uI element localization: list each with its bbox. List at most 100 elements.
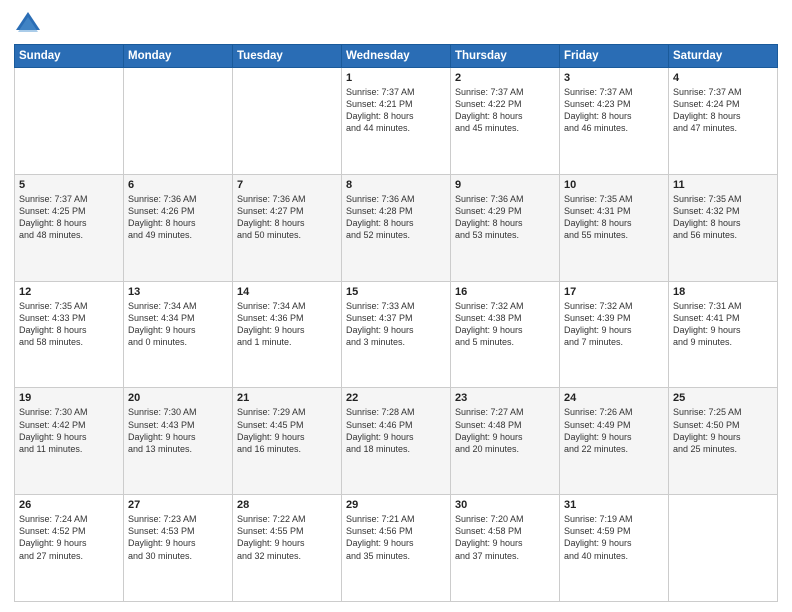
page: SundayMondayTuesdayWednesdayThursdayFrid… <box>0 0 792 612</box>
weekday-header-thursday: Thursday <box>451 45 560 68</box>
day-number: 26 <box>19 499 119 511</box>
day-number: 24 <box>564 392 664 404</box>
day-info: Sunrise: 7:22 AM Sunset: 4:55 PM Dayligh… <box>237 513 337 562</box>
day-info: Sunrise: 7:36 AM Sunset: 4:28 PM Dayligh… <box>346 193 446 242</box>
day-number: 29 <box>346 499 446 511</box>
day-info: Sunrise: 7:34 AM Sunset: 4:34 PM Dayligh… <box>128 300 228 349</box>
day-info: Sunrise: 7:37 AM Sunset: 4:23 PM Dayligh… <box>564 86 664 135</box>
day-number: 5 <box>19 179 119 191</box>
calendar-cell <box>669 495 778 602</box>
day-number: 30 <box>455 499 555 511</box>
calendar-cell: 25Sunrise: 7:25 AM Sunset: 4:50 PM Dayli… <box>669 388 778 495</box>
calendar-cell: 4 Sunrise: 7:37 AM Sunset: 4:24 PM Daylig… <box>669 68 778 175</box>
calendar-cell: 5 Sunrise: 7:37 AM Sunset: 4:25 PM Daylig… <box>15 174 124 281</box>
calendar-cell: 15 Sunrise: 7:33 AM Sunset: 4:37 PM Dayli… <box>342 281 451 388</box>
calendar-cell: 1 Sunrise: 7:37 AM Sunset: 4:21 PM Daylig… <box>342 68 451 175</box>
day-number: 17 <box>564 286 664 298</box>
calendar-cell: 7Sunrise: 7:36 AM Sunset: 4:27 PM Daylig… <box>233 174 342 281</box>
calendar-cell: 31Sunrise: 7:19 AM Sunset: 4:59 PM Dayli… <box>560 495 669 602</box>
day-info: Sunrise: 7:28 AM Sunset: 4:46 PM Dayligh… <box>346 406 446 455</box>
calendar-cell: 23 Sunrise: 7:27 AM Sunset: 4:48 PM Dayli… <box>451 388 560 495</box>
day-info: Sunrise: 7:26 AM Sunset: 4:49 PM Dayligh… <box>564 406 664 455</box>
logo <box>14 10 46 38</box>
calendar-cell: 2 Sunrise: 7:37 AM Sunset: 4:22 PM Daylig… <box>451 68 560 175</box>
day-info: Sunrise: 7:35 AM Sunset: 4:32 PM Dayligh… <box>673 193 773 242</box>
day-info: Sunrise: 7:36 AM Sunset: 4:27 PM Dayligh… <box>237 193 337 242</box>
day-info: Sunrise: 7:35 AM Sunset: 4:31 PM Dayligh… <box>564 193 664 242</box>
calendar-cell: 26Sunrise: 7:24 AM Sunset: 4:52 PM Dayli… <box>15 495 124 602</box>
day-number: 18 <box>673 286 773 298</box>
calendar-cell: 30 Sunrise: 7:20 AM Sunset: 4:58 PM Dayli… <box>451 495 560 602</box>
calendar-cell: 28 Sunrise: 7:22 AM Sunset: 4:55 PM Dayli… <box>233 495 342 602</box>
calendar-cell: 20Sunrise: 7:30 AM Sunset: 4:43 PM Dayli… <box>124 388 233 495</box>
calendar-cell: 22 Sunrise: 7:28 AM Sunset: 4:46 PM Dayli… <box>342 388 451 495</box>
calendar-cell: 18 Sunrise: 7:31 AM Sunset: 4:41 PM Dayli… <box>669 281 778 388</box>
day-number: 3 <box>564 72 664 84</box>
day-info: Sunrise: 7:19 AM Sunset: 4:59 PM Dayligh… <box>564 513 664 562</box>
week-row-2: 5 Sunrise: 7:37 AM Sunset: 4:25 PM Daylig… <box>15 174 778 281</box>
day-info: Sunrise: 7:35 AM Sunset: 4:33 PM Dayligh… <box>19 300 119 349</box>
weekday-header-saturday: Saturday <box>669 45 778 68</box>
calendar-cell: 29 Sunrise: 7:21 AM Sunset: 4:56 PM Dayli… <box>342 495 451 602</box>
day-number: 22 <box>346 392 446 404</box>
day-number: 13 <box>128 286 228 298</box>
day-info: Sunrise: 7:31 AM Sunset: 4:41 PM Dayligh… <box>673 300 773 349</box>
day-info: Sunrise: 7:36 AM Sunset: 4:26 PM Dayligh… <box>128 193 228 242</box>
day-info: Sunrise: 7:37 AM Sunset: 4:22 PM Dayligh… <box>455 86 555 135</box>
day-info: Sunrise: 7:27 AM Sunset: 4:48 PM Dayligh… <box>455 406 555 455</box>
day-number: 28 <box>237 499 337 511</box>
day-info: Sunrise: 7:37 AM Sunset: 4:21 PM Dayligh… <box>346 86 446 135</box>
calendar-cell: 19 Sunrise: 7:30 AM Sunset: 4:42 PM Dayli… <box>15 388 124 495</box>
day-info: Sunrise: 7:25 AM Sunset: 4:50 PM Dayligh… <box>673 406 773 455</box>
day-number: 21 <box>237 392 337 404</box>
day-number: 12 <box>19 286 119 298</box>
day-number: 4 <box>673 72 773 84</box>
logo-icon <box>14 10 42 38</box>
weekday-header-friday: Friday <box>560 45 669 68</box>
calendar-cell <box>124 68 233 175</box>
calendar-cell: 8 Sunrise: 7:36 AM Sunset: 4:28 PM Daylig… <box>342 174 451 281</box>
week-row-3: 12 Sunrise: 7:35 AM Sunset: 4:33 PM Dayli… <box>15 281 778 388</box>
day-info: Sunrise: 7:33 AM Sunset: 4:37 PM Dayligh… <box>346 300 446 349</box>
day-info: Sunrise: 7:32 AM Sunset: 4:39 PM Dayligh… <box>564 300 664 349</box>
day-number: 9 <box>455 179 555 191</box>
calendar-cell <box>233 68 342 175</box>
calendar-cell: 11 Sunrise: 7:35 AM Sunset: 4:32 PM Dayli… <box>669 174 778 281</box>
day-number: 8 <box>346 179 446 191</box>
weekday-header-monday: Monday <box>124 45 233 68</box>
day-info: Sunrise: 7:37 AM Sunset: 4:25 PM Dayligh… <box>19 193 119 242</box>
day-number: 15 <box>346 286 446 298</box>
day-number: 23 <box>455 392 555 404</box>
week-row-5: 26Sunrise: 7:24 AM Sunset: 4:52 PM Dayli… <box>15 495 778 602</box>
day-number: 19 <box>19 392 119 404</box>
day-number: 1 <box>346 72 446 84</box>
weekday-header-sunday: Sunday <box>15 45 124 68</box>
calendar-cell: 12 Sunrise: 7:35 AM Sunset: 4:33 PM Dayli… <box>15 281 124 388</box>
week-row-4: 19 Sunrise: 7:30 AM Sunset: 4:42 PM Dayli… <box>15 388 778 495</box>
calendar-cell: 24 Sunrise: 7:26 AM Sunset: 4:49 PM Dayli… <box>560 388 669 495</box>
calendar-cell: 27Sunrise: 7:23 AM Sunset: 4:53 PM Dayli… <box>124 495 233 602</box>
calendar-cell: 10 Sunrise: 7:35 AM Sunset: 4:31 PM Dayli… <box>560 174 669 281</box>
day-info: Sunrise: 7:20 AM Sunset: 4:58 PM Dayligh… <box>455 513 555 562</box>
day-info: Sunrise: 7:32 AM Sunset: 4:38 PM Dayligh… <box>455 300 555 349</box>
calendar-cell <box>15 68 124 175</box>
day-info: Sunrise: 7:37 AM Sunset: 4:24 PM Dayligh… <box>673 86 773 135</box>
day-info: Sunrise: 7:30 AM Sunset: 4:42 PM Dayligh… <box>19 406 119 455</box>
day-number: 10 <box>564 179 664 191</box>
calendar-cell: 16Sunrise: 7:32 AM Sunset: 4:38 PM Dayli… <box>451 281 560 388</box>
day-number: 2 <box>455 72 555 84</box>
day-info: Sunrise: 7:29 AM Sunset: 4:45 PM Dayligh… <box>237 406 337 455</box>
day-number: 14 <box>237 286 337 298</box>
day-info: Sunrise: 7:30 AM Sunset: 4:43 PM Dayligh… <box>128 406 228 455</box>
day-info: Sunrise: 7:34 AM Sunset: 4:36 PM Dayligh… <box>237 300 337 349</box>
calendar-cell: 6Sunrise: 7:36 AM Sunset: 4:26 PM Daylig… <box>124 174 233 281</box>
calendar-cell: 9 Sunrise: 7:36 AM Sunset: 4:29 PM Daylig… <box>451 174 560 281</box>
day-info: Sunrise: 7:21 AM Sunset: 4:56 PM Dayligh… <box>346 513 446 562</box>
day-number: 11 <box>673 179 773 191</box>
calendar-cell: 14 Sunrise: 7:34 AM Sunset: 4:36 PM Dayli… <box>233 281 342 388</box>
calendar-cell: 17 Sunrise: 7:32 AM Sunset: 4:39 PM Dayli… <box>560 281 669 388</box>
weekday-header-wednesday: Wednesday <box>342 45 451 68</box>
day-info: Sunrise: 7:36 AM Sunset: 4:29 PM Dayligh… <box>455 193 555 242</box>
header <box>14 10 778 38</box>
weekday-header-tuesday: Tuesday <box>233 45 342 68</box>
